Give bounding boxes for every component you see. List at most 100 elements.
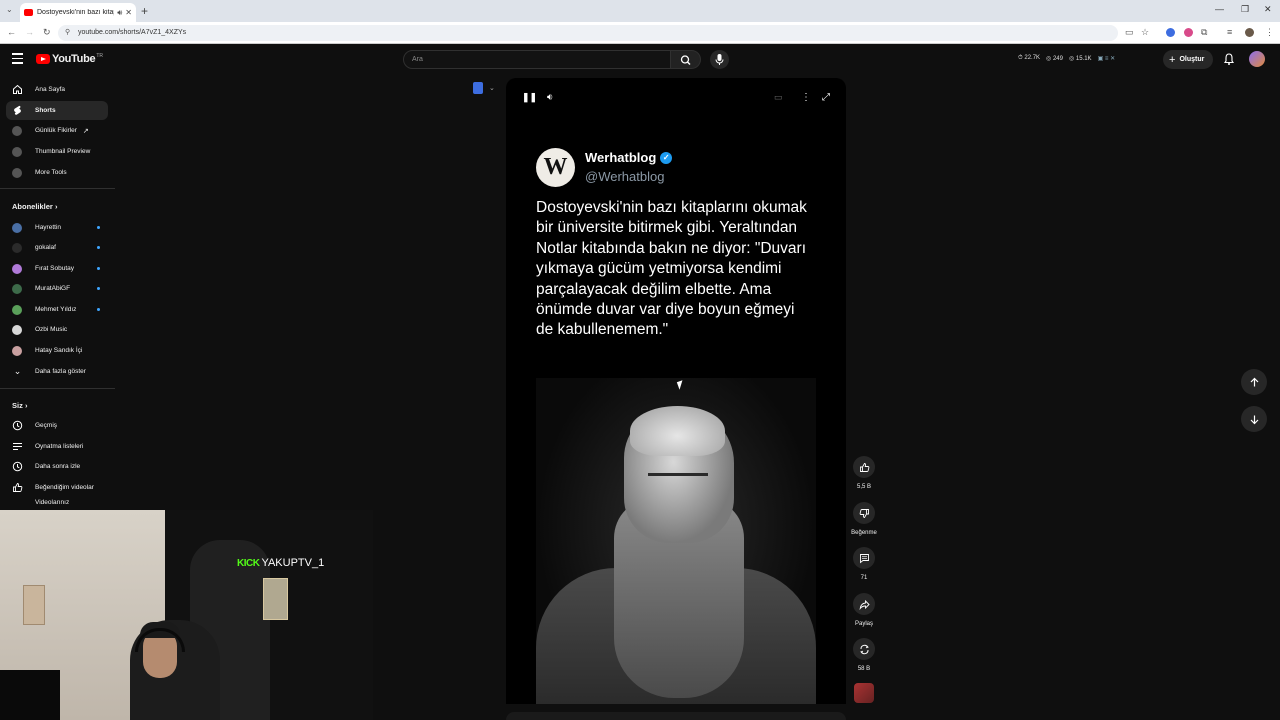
sidebar-item-subscription[interactable]: Mehmet Yıldız <box>6 300 108 319</box>
minimize-icon[interactable]: — <box>1215 4 1224 14</box>
extensions-puzzle-icon[interactable]: ⧉ <box>1201 27 1207 38</box>
menu-icon[interactable] <box>12 53 23 67</box>
sidebar-item-your-videos[interactable]: Videolarınız <box>6 499 108 510</box>
subscriptions-heading[interactable]: Abonelikler › <box>12 202 57 211</box>
browser-menu-icon[interactable]: ⋮ <box>1265 27 1274 38</box>
sidebar-item-liked-videos[interactable]: Beğendiğim videolar <box>6 478 108 497</box>
sidebar: Ana Sayfa Shorts Günlük Fikirler ↗ Thumb… <box>0 80 115 520</box>
speaker-icon[interactable]: 🔊︎ <box>117 8 122 18</box>
media-icon[interactable]: ≡ <box>1227 27 1232 37</box>
logo-text: YouTube <box>52 53 96 65</box>
previous-short-button[interactable] <box>1241 369 1267 395</box>
verified-badge-icon: ✓ <box>660 151 673 164</box>
stat-likes: ◎ 249 <box>1046 56 1063 62</box>
wall-picture <box>23 585 45 625</box>
sidebar-item-gunluk-fikirler[interactable]: Günlük Fikirler ↗ <box>6 121 108 140</box>
sidebar-item-playlists[interactable]: Oynatma listeleri <box>6 437 108 456</box>
search-input[interactable]: Ara <box>403 50 671 69</box>
address-bar: ← → ↻ ⚲ youtube.com/shorts/A7vZ1_4XZYs ▭… <box>0 22 1280 44</box>
sidebar-item-history[interactable]: Geçmiş <box>6 416 108 435</box>
channel-avatar <box>12 324 22 335</box>
pause-icon[interactable]: ❚❚ <box>522 92 537 103</box>
extension-button[interactable] <box>473 82 483 94</box>
sidebar-item-home[interactable]: Ana Sayfa <box>6 80 108 99</box>
search-placeholder: Ara <box>412 56 423 63</box>
comment-count: 71 <box>860 575 868 581</box>
more-options-icon[interactable]: ⋮ <box>801 92 811 103</box>
sidebar-item-subscription[interactable]: Hayrettin <box>6 218 108 237</box>
sidebar-item-subscription[interactable]: Hatay Sandık İçi <box>6 341 108 360</box>
search-button[interactable] <box>671 50 701 69</box>
browser-tab-active[interactable]: Dostoyevski'nin bazı kitapla... 🔊︎ ✕ <box>20 3 136 22</box>
like-button[interactable] <box>853 456 875 478</box>
sidebar-item-label: Thumbnail Preview <box>35 148 91 155</box>
arrow-up-icon <box>1250 377 1258 386</box>
sidebar-item-subscription[interactable]: MuratAbiGF <box>6 279 108 298</box>
sidebar-item-shorts[interactable]: Shorts <box>6 101 108 120</box>
site-info-icon[interactable]: ⚲ <box>65 28 70 36</box>
youtube-play-icon <box>36 54 50 64</box>
author-handle: @Werhatblog <box>585 169 665 184</box>
back-icon[interactable]: ← <box>7 27 16 37</box>
shorts-player[interactable]: ❚❚ 🔉︎ ▭ ⋮ ⤢ W Werhatblog ✓ @Werhatblog D… <box>506 78 846 704</box>
next-short-preview[interactable] <box>506 712 846 720</box>
sidebar-item-subscription[interactable]: Fırat Sobutay <box>6 259 108 278</box>
create-label: Oluştur <box>1179 56 1205 63</box>
reload-icon[interactable]: ↻ <box>43 27 51 38</box>
extension-toolbar-icons[interactable]: ▣ ≡ ✕ <box>1098 55 1116 62</box>
extension-pink-icon[interactable] <box>1184 28 1193 37</box>
show-more-button[interactable]: ⌄ Daha fazla göster <box>6 362 108 381</box>
dostoevsky-portrait-image <box>536 378 816 704</box>
sound-thumbnail[interactable] <box>854 683 874 703</box>
account-avatar[interactable] <box>1249 51 1265 67</box>
notifications-bell-icon[interactable] <box>1222 52 1236 66</box>
comments-button[interactable] <box>853 547 875 569</box>
create-button[interactable]: + Oluştur <box>1163 50 1213 69</box>
captions-icon[interactable]: ▭ <box>774 92 783 103</box>
remix-button[interactable] <box>853 638 875 660</box>
sidebar-item-subscription[interactable]: Ozbi Music <box>6 320 108 339</box>
chevron-down-icon[interactable]: ⌄ <box>489 84 495 92</box>
share-icon <box>859 599 870 610</box>
stat-subs-value: 15.1K <box>1075 56 1092 62</box>
voice-search-button[interactable] <box>710 50 729 69</box>
sidebar-item-subscription[interactable]: gokalaf <box>6 238 108 257</box>
tab-search-icon[interactable]: ⌄ <box>6 5 13 14</box>
new-tab-button[interactable]: + <box>141 4 148 18</box>
stat-views-value: 22.7K <box>1024 55 1041 61</box>
bookmark-star-icon[interactable]: ☆ <box>1141 27 1149 38</box>
monitor <box>0 670 60 720</box>
extension-blue-icon[interactable] <box>1166 28 1175 37</box>
close-tab-icon[interactable]: ✕ <box>125 8 132 17</box>
volume-icon[interactable]: 🔉︎ <box>547 92 553 103</box>
sidebar-item-more-tools[interactable]: More Tools <box>6 163 108 182</box>
youtube-favicon-icon <box>24 9 33 16</box>
you-heading[interactable]: Siz › <box>12 401 27 410</box>
fullscreen-icon[interactable]: ⤢ <box>822 92 830 103</box>
like-action[interactable]: 5,5 B <box>852 456 876 490</box>
comments-action[interactable]: 71 <box>852 547 876 581</box>
youtube-logo[interactable]: YouTube TR <box>36 53 103 65</box>
forward-icon[interactable]: → <box>25 27 34 37</box>
sidebar-item-thumbnail-preview[interactable]: Thumbnail Preview <box>6 142 108 161</box>
profile-avatar-icon[interactable] <box>1245 28 1254 37</box>
chevron-down-icon: ⌄ <box>13 366 22 376</box>
channel-avatar <box>12 222 22 233</box>
share-button[interactable] <box>853 593 875 615</box>
sidebar-item-label: Fırat Sobutay <box>35 265 75 272</box>
remix-action[interactable]: 58 B <box>852 638 876 672</box>
close-window-icon[interactable]: ✕ <box>1264 4 1272 15</box>
dislike-button[interactable] <box>853 502 875 524</box>
dislike-action[interactable]: Beğenme <box>851 502 877 536</box>
thumbs-down-icon <box>859 508 869 518</box>
sidebar-item-label: Ana Sayfa <box>35 86 65 93</box>
install-icon[interactable]: ▭ <box>1125 27 1134 38</box>
arrow-down-icon <box>1250 415 1258 424</box>
next-short-button[interactable] <box>1241 406 1267 432</box>
share-label: Paylaş <box>854 621 873 627</box>
share-action[interactable]: Paylaş <box>852 593 876 627</box>
maximize-icon[interactable]: ❐ <box>1241 4 1249 15</box>
sidebar-item-watch-later[interactable]: Daha sonra izle <box>6 457 108 476</box>
url-field[interactable]: ⚲ youtube.com/shorts/A7vZ1_4XZYs <box>58 25 1118 41</box>
shorts-icon <box>12 105 23 116</box>
